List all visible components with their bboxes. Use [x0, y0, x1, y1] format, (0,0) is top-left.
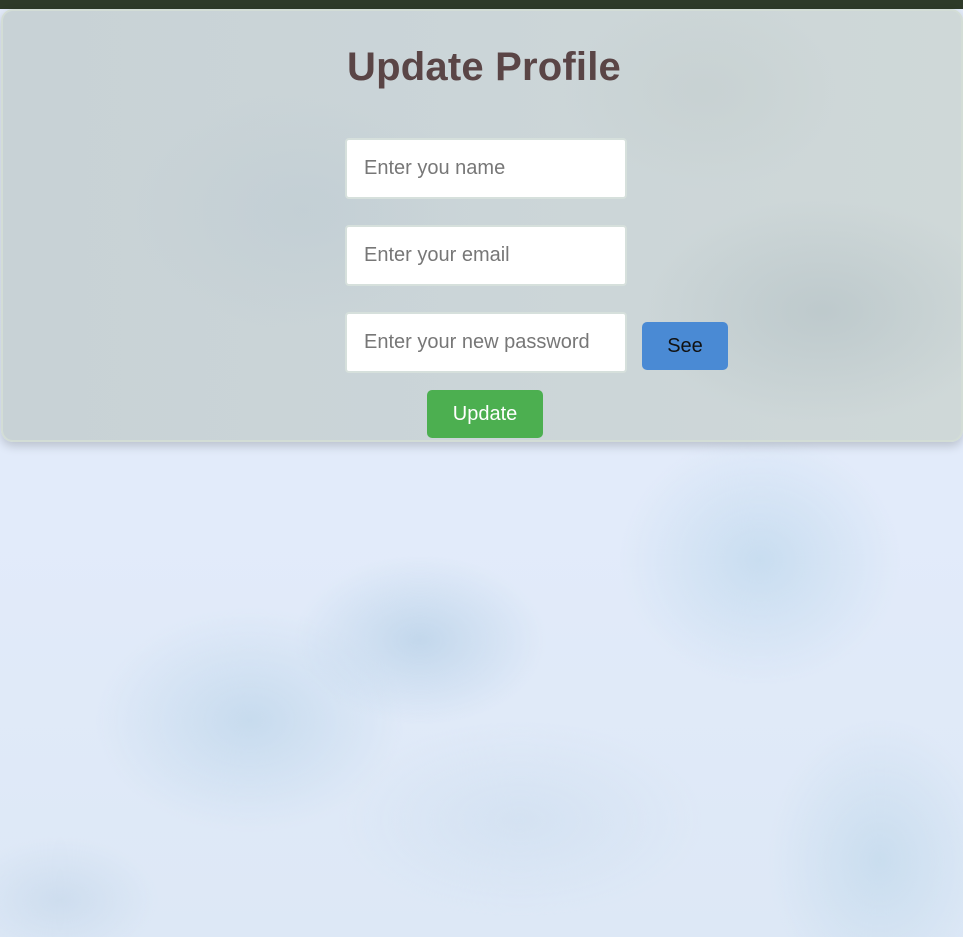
- top-bar: [0, 0, 963, 9]
- update-profile-card: Update Profile See Update: [1, 9, 963, 442]
- page-title: Update Profile: [347, 45, 621, 89]
- name-input[interactable]: [345, 138, 627, 199]
- new-password-input[interactable]: [345, 312, 627, 373]
- see-password-button[interactable]: See: [642, 322, 728, 370]
- update-button[interactable]: Update: [427, 390, 543, 438]
- email-input[interactable]: [345, 225, 627, 286]
